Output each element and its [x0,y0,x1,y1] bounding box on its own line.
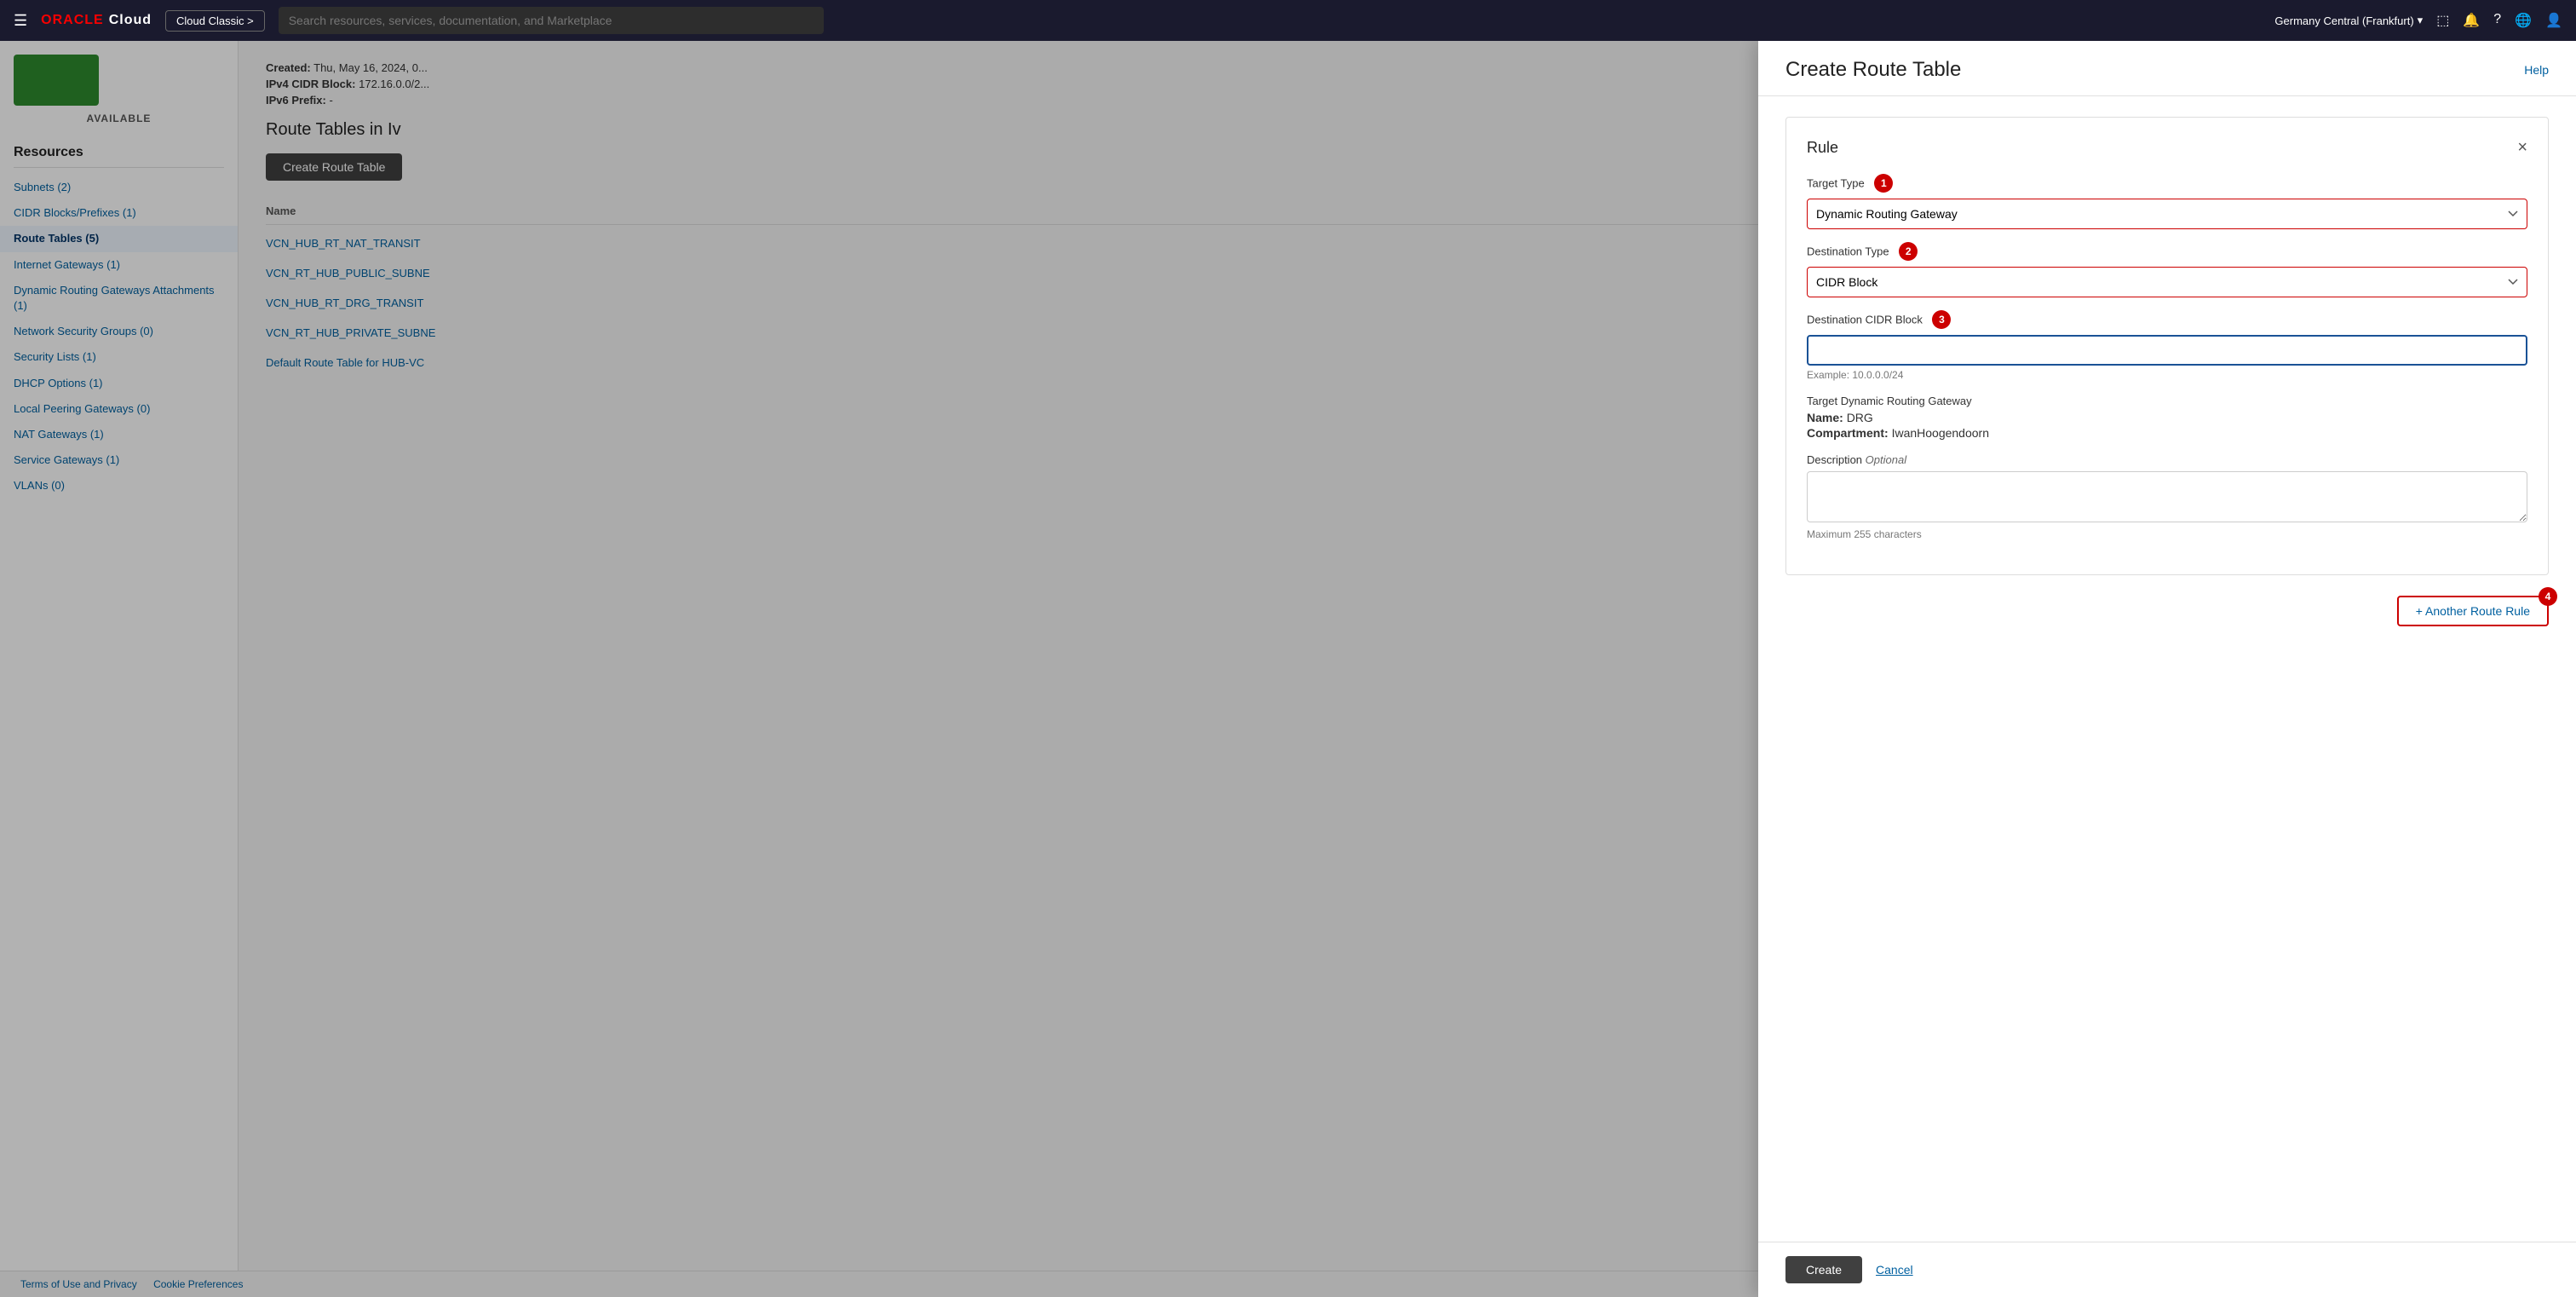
create-button[interactable]: Create [1785,1256,1862,1283]
drg-compartment: Compartment: IwanHoogendoorn [1807,426,2527,440]
step3-badge: 3 [1932,310,1951,329]
user-icon[interactable]: 👤 [2545,12,2562,29]
navbar-icons: ⬚ 🔔 ? 🌐 👤 [2436,12,2562,29]
help-icon[interactable]: ? [2493,12,2501,29]
bell-icon[interactable]: 🔔 [2463,12,2480,29]
create-route-table-modal: Create Route Table Help Rule × Target Ty… [1758,41,2576,1297]
target-type-group: Target Type 1 Dynamic Routing Gateway [1807,175,2527,229]
oracle-logo: ORACLE Cloud [41,13,152,28]
hamburger-menu-icon[interactable]: ☰ [14,12,27,30]
destination-type-label: Destination Type 2 [1807,243,2527,262]
globe-icon[interactable]: 🌐 [2515,12,2532,29]
description-label: Description Optional [1807,453,2527,466]
step2-badge: 2 [1899,242,1918,261]
destination-cidr-label: Destination CIDR Block 3 [1807,311,2527,330]
step4-badge: 4 [2539,587,2557,606]
another-route-rule-button[interactable]: + Another Route Rule [2397,596,2549,626]
destination-cidr-hint: Example: 10.0.0.0/24 [1807,369,2527,381]
cloud-classic-button[interactable]: Cloud Classic > [165,10,265,32]
navbar-right: Germany Central (Frankfurt) ▾ ⬚ 🔔 ? 🌐 👤 [2274,12,2562,29]
top-navbar: ☰ ORACLE Cloud Cloud Classic > Germany C… [0,0,2576,41]
target-drg-section: Target Dynamic Routing Gateway Name: DRG… [1807,395,2527,440]
rule-box: Rule × Target Type 1 Dynamic Routing Gat… [1785,117,2549,575]
region-selector[interactable]: Germany Central (Frankfurt) ▾ [2274,14,2423,27]
modal-body: Rule × Target Type 1 Dynamic Routing Gat… [1758,96,2576,1242]
search-input[interactable] [279,7,824,34]
cancel-button[interactable]: Cancel [1876,1263,1913,1277]
destination-cidr-group: Destination CIDR Block 3 172.16.2.0/24 E… [1807,311,2527,381]
target-type-select[interactable]: Dynamic Routing Gateway [1807,199,2527,229]
destination-type-group: Destination Type 2 CIDR Block [1807,243,2527,297]
modal-footer: Create Cancel [1758,1242,2576,1297]
description-textarea[interactable] [1807,471,2527,522]
code-icon[interactable]: ⬚ [2436,12,2449,29]
rule-box-title: Rule [1807,139,1838,157]
drg-name: Name: DRG [1807,411,2527,424]
rule-box-header: Rule × [1807,138,2527,158]
modal-header: Create Route Table Help [1758,41,2576,96]
target-type-label: Target Type 1 [1807,175,2527,193]
help-link[interactable]: Help [2524,63,2549,77]
destination-type-select[interactable]: CIDR Block [1807,267,2527,297]
step1-badge: 1 [1874,174,1893,193]
destination-cidr-input[interactable]: 172.16.2.0/24 [1807,335,2527,366]
description-hint: Maximum 255 characters [1807,528,2527,540]
description-group: Description Optional Maximum 255 charact… [1807,453,2527,540]
rule-close-button[interactable]: × [2517,138,2527,158]
modal-title: Create Route Table [1785,58,1961,82]
another-route-container: + Another Route Rule 4 [1785,596,2549,626]
target-drg-label: Target Dynamic Routing Gateway [1807,395,2527,407]
